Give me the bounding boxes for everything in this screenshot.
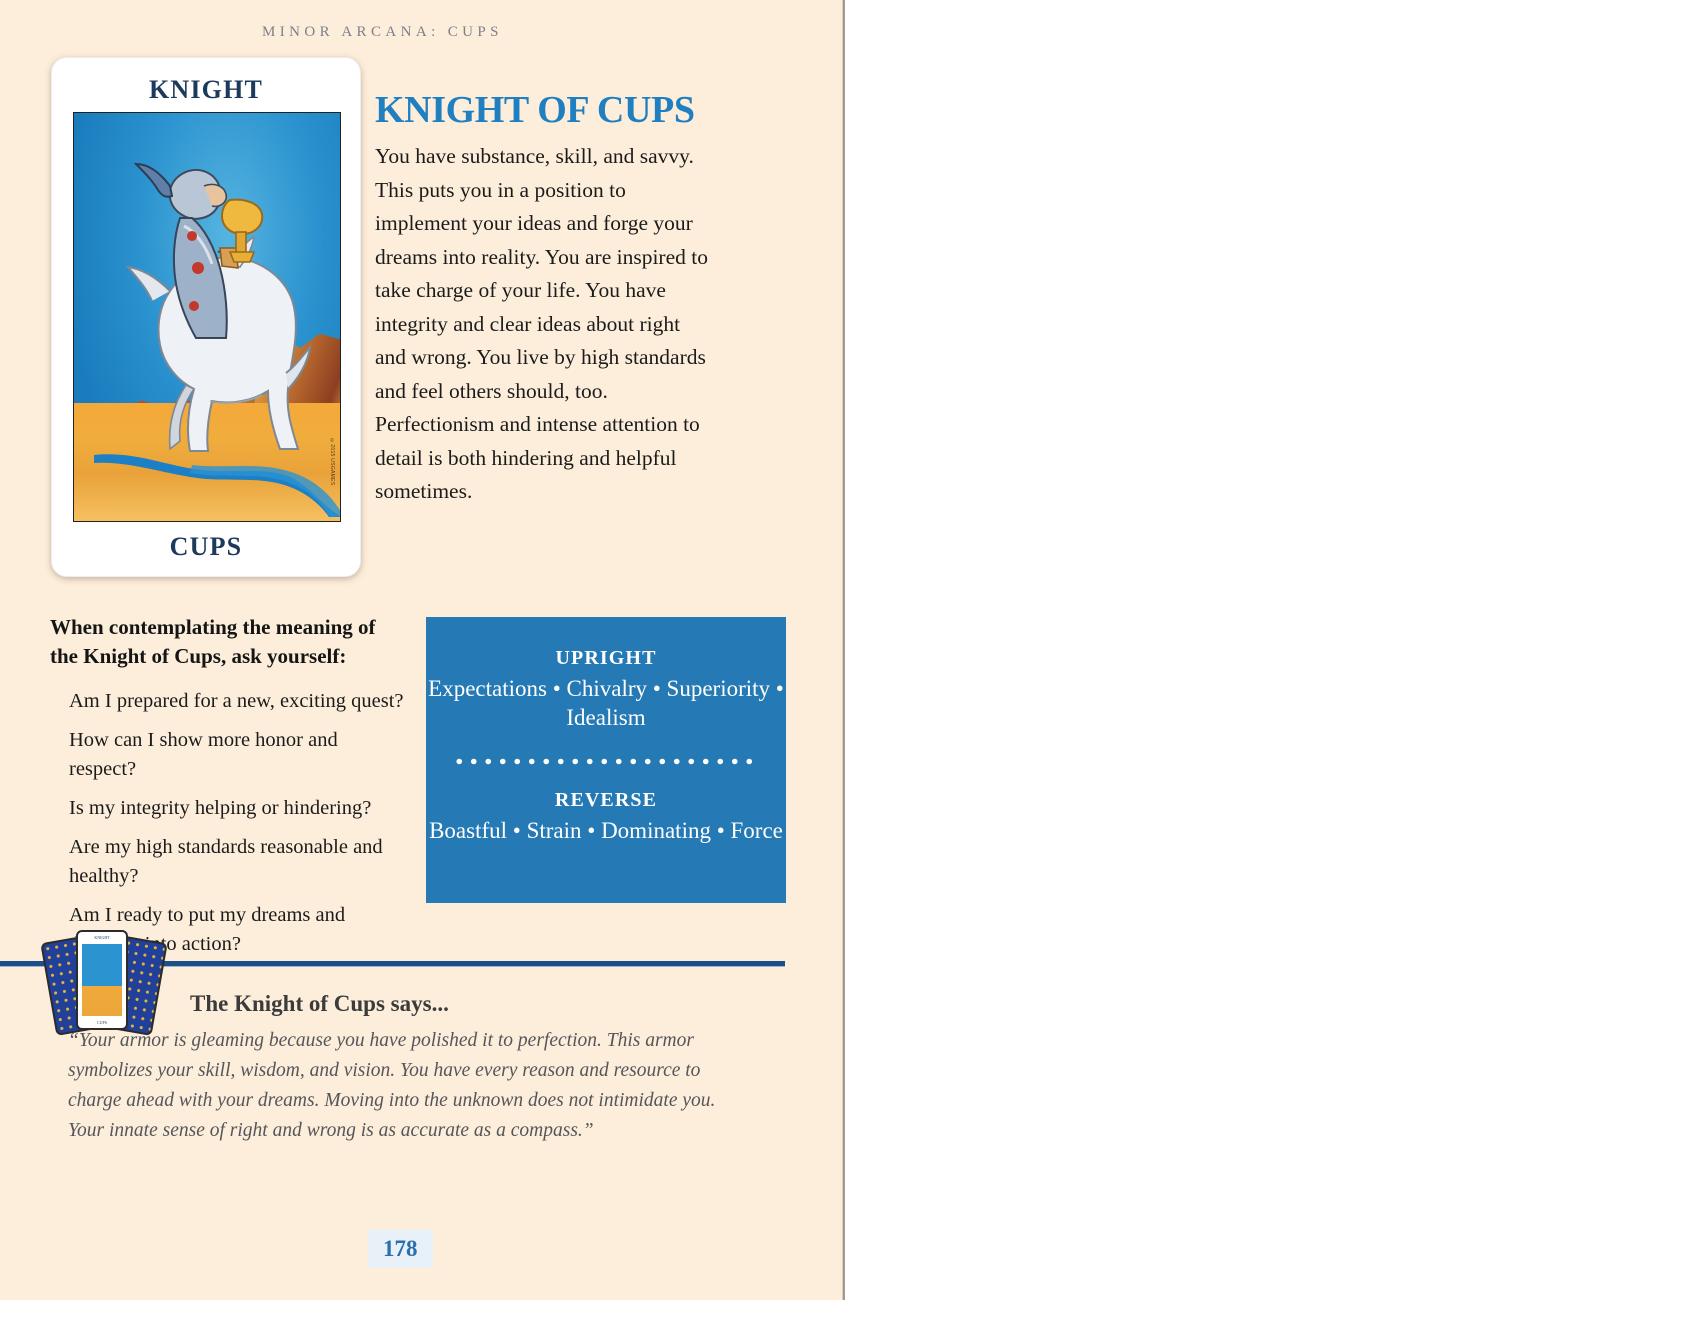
book-spread: MINOR ARCANA: CUPS KNIGHT ©2015 USGAMES …: [0, 0, 1685, 1300]
keywords-box: UPRIGHT Expectations • Chivalry • Superi…: [426, 617, 786, 903]
tarot-card: KNIGHT ©2015 USGAMES CUPS: [51, 57, 361, 577]
page-number-left: 178: [368, 1230, 433, 1268]
card-illustration: ©2015 USGAMES: [73, 112, 341, 522]
keywords-upright-label: UPRIGHT: [555, 647, 657, 669]
keywords-reverse-label: REVERSE: [554, 789, 658, 811]
list-item: Are my high standards reasonable and hea…: [69, 836, 383, 887]
running-head-left: MINOR ARCANA: CUPS: [262, 24, 503, 40]
intro-paragraph: You have substance, skill, and savvy. Th…: [375, 144, 708, 503]
mini-card-top-label: KNIGHT: [94, 935, 110, 940]
contemplate-question-list: Am I prepared for a new, exciting quest?…: [50, 687, 405, 959]
right-page: MINOR ARCANA: CUPS Meaning in a Reading …: [845, 0, 1685, 1300]
contemplate-block: When contemplating the meaning of the Kn…: [50, 613, 405, 969]
card-bottom-label: CUPS: [169, 532, 243, 561]
page-title: KNIGHT OF CUPS: [375, 89, 695, 131]
contemplate-heading: When contemplating the meaning of the Kn…: [50, 615, 376, 668]
mini-card-bottom-label: CUPS: [96, 1020, 107, 1025]
keywords-upright-words: Expectations • Chivalry • Superiority • …: [428, 676, 784, 730]
card-top-label: KNIGHT: [148, 75, 264, 104]
left-page: MINOR ARCANA: CUPS KNIGHT ©2015 USGAMES …: [0, 0, 845, 1300]
list-item: How can I show more honor and respect?: [69, 729, 338, 780]
card-copyright: ©2015 USGAMES: [329, 437, 335, 485]
list-item: Am I prepared for a new, exciting quest?: [69, 690, 404, 712]
says-quote: “Your armor is gleaming because you have…: [68, 1030, 716, 1141]
knight-figure: [134, 162, 264, 339]
keywords-reverse-words: Boastful • Strain • Dominating • Force: [429, 818, 783, 843]
says-title: The Knight of Cups says...: [190, 991, 449, 1016]
dotted-divider: [452, 758, 760, 765]
mini-cards-icon: KNIGHT CUPS: [40, 926, 178, 1036]
list-item: Is my integrity helping or hindering?: [69, 797, 372, 819]
